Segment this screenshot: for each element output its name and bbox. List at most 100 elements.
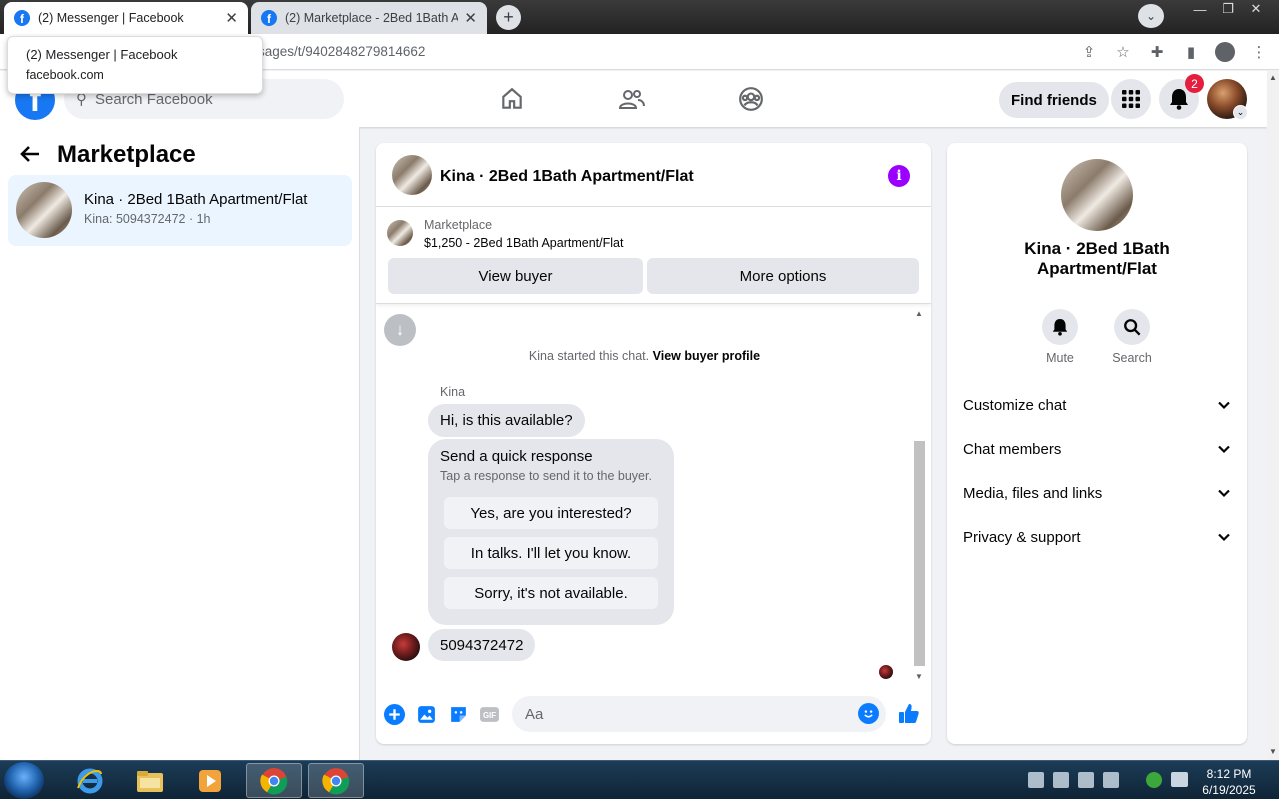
scroll-down-small-icon[interactable]: ▼ xyxy=(915,672,923,681)
share-icon[interactable]: ⇪ xyxy=(1079,42,1099,62)
tray-utorrent-icon[interactable] xyxy=(1146,772,1162,788)
tab-title: (2) Messenger | Facebook xyxy=(38,11,184,25)
emoji-icon[interactable] xyxy=(858,703,879,724)
quick-response-option[interactable]: Sorry, it's not available. xyxy=(444,577,658,609)
tray-power-icon[interactable] xyxy=(1078,772,1094,788)
taskbar-clock[interactable]: 8:12 PM 6/19/2025 xyxy=(1196,766,1262,798)
find-friends-button[interactable]: Find friends xyxy=(999,82,1109,118)
thumbs-up-icon[interactable] xyxy=(896,703,921,725)
chevron-down-icon xyxy=(1218,489,1230,498)
privacy-support-row[interactable]: Privacy & support xyxy=(963,521,1231,553)
media-player-icon[interactable] xyxy=(182,763,238,798)
windows-taskbar: 8:12 PM 6/19/2025 xyxy=(0,760,1279,799)
url-field[interactable]: sages/t/9402848279814662 xyxy=(258,44,425,59)
tab-marketplace[interactable]: f (2) Marketplace - 2Bed 1Bath Apartment… xyxy=(251,2,487,34)
tray-network-icon[interactable] xyxy=(1028,772,1044,788)
file-explorer-icon[interactable] xyxy=(122,763,178,798)
media-files-links-row[interactable]: Media, files and links xyxy=(963,477,1231,509)
scroll-down-arrow-icon[interactable]: ▼ xyxy=(1269,747,1277,756)
bell-icon[interactable] xyxy=(1042,309,1078,345)
quick-response-heading: Send a quick response xyxy=(440,448,593,465)
close-window-icon[interactable]: ✕ xyxy=(1243,0,1269,18)
back-arrow-icon[interactable] xyxy=(20,143,40,169)
internet-explorer-icon[interactable] xyxy=(62,763,118,798)
listing-thumbnail[interactable] xyxy=(392,155,432,195)
side-panel-icon[interactable]: ▮ xyxy=(1181,42,1201,62)
svg-text:GIF: GIF xyxy=(482,711,495,720)
tab-search-chevron-icon[interactable]: ⌄ xyxy=(1138,4,1164,28)
chat-item-preview: Kina: 5094372472 · 1h xyxy=(84,212,211,226)
search-icon[interactable] xyxy=(1114,309,1150,345)
scroll-up-arrow-icon[interactable]: ▲ xyxy=(915,309,923,318)
search-action[interactable]: Search xyxy=(1102,309,1162,365)
seen-receipt-avatar xyxy=(879,665,893,679)
tooltip-domain: facebook.com xyxy=(26,68,104,82)
view-buyer-profile-link[interactable]: View buyer profile xyxy=(653,349,760,363)
message-composer: GIF Aa xyxy=(376,695,931,735)
close-tab-icon[interactable]: ✕ xyxy=(464,9,477,27)
minimize-icon[interactable]: — xyxy=(1187,0,1213,18)
kebab-menu-icon[interactable]: ⋮ xyxy=(1249,42,1269,62)
photo-icon[interactable] xyxy=(415,703,437,725)
friends-nav-icon[interactable] xyxy=(616,83,648,115)
gif-icon[interactable]: GIF xyxy=(478,703,500,725)
maximize-icon[interactable]: ❐ xyxy=(1215,0,1241,18)
tray-flag-icon[interactable] xyxy=(1053,772,1069,788)
listing-source: Marketplace xyxy=(424,218,493,232)
menu-grid-icon[interactable] xyxy=(1111,79,1151,119)
tab-title: (2) Marketplace - 2Bed 1Bath Apartment/F… xyxy=(285,11,459,25)
chat-list-item[interactable]: Kina · 2Bed 1Bath Apartment/Flat Kina: 5… xyxy=(8,175,352,246)
sender-avatar[interactable] xyxy=(392,633,420,661)
started-text: Kina started this chat. xyxy=(528,349,650,363)
page-scrollbar[interactable]: ▲ ▼ xyxy=(1267,71,1279,760)
section-label: Customize chat xyxy=(963,396,1067,414)
notification-badge: 2 xyxy=(1185,74,1204,93)
chrome-taskbar-icon[interactable] xyxy=(308,763,364,798)
tooltip-title: (2) Messenger | Facebook xyxy=(26,47,178,62)
info-icon[interactable]: i xyxy=(888,165,910,187)
home-nav-icon[interactable] xyxy=(496,83,528,115)
conversation-panel: Kina · 2Bed 1Bath Apartment/Flat i Marke… xyxy=(376,143,931,744)
chevron-down-icon xyxy=(1218,401,1230,410)
scroll-down-arrow-icon[interactable]: ↓ xyxy=(384,314,416,346)
message-input[interactable]: Aa xyxy=(512,696,886,732)
chat-members-row[interactable]: Chat members xyxy=(963,433,1231,465)
view-buyer-button[interactable]: View buyer xyxy=(388,258,643,294)
scroll-up-arrow-icon[interactable]: ▲ xyxy=(1269,73,1277,82)
message-bubble: 5094372472 xyxy=(428,629,536,661)
profile-icon[interactable] xyxy=(1215,42,1235,62)
marketplace-chat-list: Marketplace Kina · 2Bed 1Bath Apartment/… xyxy=(0,127,360,760)
chrome-taskbar-icon[interactable] xyxy=(246,763,302,798)
mute-label: Mute xyxy=(1046,351,1074,365)
extensions-puzzle-icon[interactable]: ✚ xyxy=(1147,42,1167,62)
message-input-placeholder: Aa xyxy=(525,705,544,723)
chat-started-notice: Kina started this chat. View buyer profi… xyxy=(376,349,913,363)
sticker-icon[interactable] xyxy=(447,703,469,725)
section-label: Privacy & support xyxy=(963,528,1081,546)
listing-image-large[interactable] xyxy=(1061,159,1133,231)
chat-title[interactable]: Kina · 2Bed 1Bath Apartment/Flat xyxy=(440,168,694,186)
mute-action[interactable]: Mute xyxy=(1030,309,1090,365)
close-tab-icon[interactable]: ✕ xyxy=(225,9,238,27)
chevron-down-icon[interactable]: ⌄ xyxy=(1233,105,1248,120)
customize-chat-row[interactable]: Customize chat xyxy=(963,389,1231,421)
quick-response-card: Send a quick response Tap a response to … xyxy=(428,439,674,625)
more-options-button[interactable]: More options xyxy=(647,258,919,294)
sender-name: Kina xyxy=(440,385,466,399)
chat-scrollbar-thumb[interactable] xyxy=(914,441,925,666)
start-button-icon[interactable] xyxy=(4,762,44,799)
plus-circle-icon[interactable] xyxy=(383,703,405,725)
quick-response-option[interactable]: In talks. I'll let you know. xyxy=(444,537,658,569)
listing-thumbnail-small xyxy=(387,220,413,246)
bookmark-star-icon[interactable]: ☆ xyxy=(1113,42,1133,62)
new-tab-button[interactable]: + xyxy=(496,5,521,30)
quick-response-option[interactable]: Yes, are you interested? xyxy=(444,497,658,529)
tray-display-icon[interactable] xyxy=(1171,772,1188,787)
tab-messenger[interactable]: f (2) Messenger | Facebook ✕ xyxy=(4,2,248,34)
groups-nav-icon[interactable] xyxy=(735,83,767,115)
clock-time: 8:12 PM xyxy=(1206,767,1252,781)
listing-summary[interactable]: $1,250 - 2Bed 1Bath Apartment/Flat xyxy=(424,236,623,250)
page-title: Marketplace xyxy=(57,141,196,168)
tray-volume-icon[interactable] xyxy=(1103,772,1119,788)
chevron-down-icon xyxy=(1218,533,1230,542)
